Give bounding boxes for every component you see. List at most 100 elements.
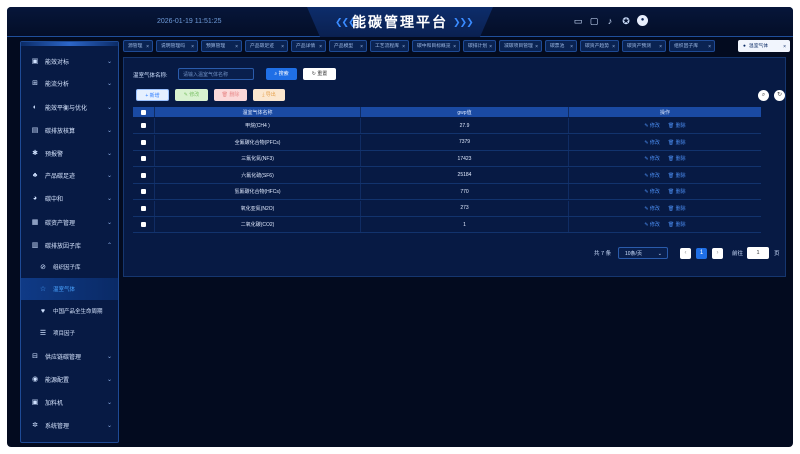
sidebar-item-org-factor-lib[interactable]: ⊘ 组织因子库 (21, 256, 118, 278)
row-delete-button[interactable]: 🗑 删除 (668, 172, 686, 179)
search-toggle-icon[interactable]: ⌕ (758, 90, 769, 101)
sidebar-item-carbon-asset[interactable]: ▦ 碳资产管理 ⌄ (21, 211, 118, 233)
tab-0[interactable]: 源管理 × (123, 40, 153, 52)
export-button[interactable]: ⤓ 导出 (253, 89, 285, 101)
close-icon[interactable]: × (281, 41, 284, 51)
close-icon[interactable]: × (535, 41, 538, 51)
row-edit-button[interactable]: ✎ 修改 (644, 221, 660, 228)
table-row[interactable]: 甲烷(CH4 ) 27.9 ✎ 修改 🗑 删除 (133, 118, 761, 134)
tab-14[interactable]: ● 温室气体 × (738, 40, 790, 52)
tab-5[interactable]: 产品模型 × (329, 40, 367, 52)
row-edit-button[interactable]: ✎ 修改 (644, 172, 660, 179)
sidebar-item-carbon-accounting[interactable]: ▤ 碳排放核算 ⌄ (21, 119, 118, 141)
row-delete-button[interactable]: 🗑 删除 (668, 155, 686, 162)
sidebar-item-supply-chain[interactable]: ⊟ 供应链碳管理 ⌄ (21, 345, 118, 367)
row-checkbox[interactable] (141, 123, 146, 128)
sidebar-item-feeder[interactable]: ▣ 加料机 ⌄ (21, 391, 118, 413)
select-all-checkbox[interactable] (141, 109, 146, 115)
close-icon[interactable]: × (235, 41, 238, 51)
refresh-icon[interactable]: ↻ (774, 90, 785, 101)
sidebar-item-energy-balance[interactable]: ◐ 能效平衡与优化 ⌄ (21, 96, 118, 118)
page-1-button[interactable]: 1 (696, 248, 707, 259)
row-select-cell[interactable] (133, 184, 155, 199)
goto-page-input[interactable]: 1 (747, 247, 769, 259)
row-select-cell[interactable] (133, 151, 155, 166)
row-select-cell[interactable] (133, 134, 155, 150)
desktop-icon[interactable]: ▢ (589, 16, 599, 26)
row-edit-button[interactable]: ✎ 修改 (644, 205, 660, 212)
row-delete-button[interactable]: 🗑 删除 (668, 188, 686, 195)
row-checkbox[interactable] (141, 189, 146, 194)
tab-6[interactable]: 工艺流程库 × (370, 40, 409, 52)
edit-button[interactable]: ✎ 修改 (175, 89, 208, 101)
sidebar-item-carbon-neutral[interactable]: ◕ 碳中和 ⌄ (21, 187, 118, 209)
row-select-cell[interactable] (133, 118, 155, 133)
avatar[interactable]: ● (637, 15, 648, 26)
reset-button[interactable]: ↻ 重置 (303, 68, 336, 80)
row-edit-button[interactable]: ✎ 修改 (644, 188, 660, 195)
table-row[interactable]: 全氟碳化合物(PFCs) 7379 ✎ 修改 🗑 删除 (133, 134, 761, 151)
row-checkbox[interactable] (141, 139, 146, 145)
close-icon[interactable]: × (659, 41, 662, 51)
tab-8[interactable]: 碳排计划 × (463, 40, 496, 52)
row-checkbox[interactable] (141, 156, 146, 161)
tab-10[interactable]: 碳票池 × (545, 40, 577, 52)
tab-13[interactable]: 组织因子库 × (669, 40, 715, 52)
tab-4[interactable]: 产品详情 × (291, 40, 326, 52)
sidebar-item-product-footprint[interactable]: ♣ 产品碳足迹 ⌄ (21, 164, 118, 186)
tab-7[interactable]: 碳中和目标概览 × (412, 40, 460, 52)
table-row[interactable]: 氢氟碳化合物(HFCs) 770 ✎ 修改 🗑 删除 (133, 184, 761, 200)
tab-11[interactable]: 碳资产趋势 × (580, 40, 619, 52)
tab-12[interactable]: 碳资产预测 × (622, 40, 666, 52)
delete-button[interactable]: 🗑 删除 (214, 89, 247, 101)
row-edit-button[interactable]: ✎ 修改 (644, 122, 660, 129)
row-delete-button[interactable]: 🗑 删除 (668, 139, 686, 146)
table-row[interactable]: 二氧化碳(CO2) 1 ✎ 修改 🗑 删除 (133, 217, 761, 233)
sidebar-item-energy-flow[interactable]: ⊞ 能流分析 ⌄ (21, 72, 118, 94)
sidebar-item-alarm[interactable]: ✱ 预报警 ⌄ (21, 142, 118, 164)
sidebar-item-energy-benchmark[interactable]: ▣ 能效对标 ⌄ (21, 50, 118, 72)
row-select-cell[interactable] (133, 217, 155, 232)
row-edit-button[interactable]: ✎ 修改 (644, 155, 660, 162)
close-icon[interactable]: × (402, 41, 405, 51)
row-checkbox[interactable] (141, 222, 146, 227)
row-checkbox[interactable] (141, 205, 146, 211)
tab-2[interactable]: 预算管理 × (201, 40, 242, 52)
bell-icon[interactable]: ♪ (605, 16, 615, 26)
row-delete-button[interactable]: 🗑 删除 (668, 205, 686, 212)
close-icon[interactable]: × (360, 41, 363, 51)
gas-name-input[interactable]: 请输入温室气体名称 (178, 68, 254, 80)
page-size-select[interactable]: 10条/页 ⌄ (618, 247, 668, 259)
close-icon[interactable]: × (191, 41, 194, 51)
tab-3[interactable]: 产品碳足迹 × (245, 40, 288, 52)
sidebar-item-system-admin[interactable]: ✲ 系统管理 ⌄ (21, 414, 118, 436)
prev-page-button[interactable]: ‹ (680, 248, 691, 259)
close-icon[interactable]: × (319, 41, 322, 51)
close-icon[interactable]: × (708, 41, 711, 51)
close-icon[interactable]: × (783, 41, 786, 51)
close-icon[interactable]: × (570, 41, 573, 51)
tab-1[interactable]: 说明管理吗 × (156, 40, 198, 52)
sidebar-item-project-factor[interactable]: ☰ 项目因子 (21, 322, 118, 344)
row-checkbox[interactable] (141, 172, 146, 178)
close-icon[interactable]: × (146, 41, 149, 51)
tab-9[interactable]: 减碳项目管理 × (499, 40, 542, 52)
row-select-cell[interactable] (133, 200, 155, 216)
sidebar-item-greenhouse-gas[interactable]: ☆ 温室气体 (21, 278, 118, 300)
select-all-cell[interactable] (133, 107, 155, 117)
sidebar-item-emission-factor-lib[interactable]: ▥ 碳排放因子库 ⌃ (21, 234, 118, 256)
table-row[interactable]: 氧化亚氮(N2O) 273 ✎ 修改 🗑 删除 (133, 200, 761, 217)
row-delete-button[interactable]: 🗑 删除 (668, 221, 686, 228)
table-row[interactable]: 三氟化氮(NF3) 17423 ✎ 修改 🗑 删除 (133, 151, 761, 167)
sidebar-item-energy-config[interactable]: ◉ 能源配置 ⌄ (21, 368, 118, 390)
search-button[interactable]: ⌕ 搜索 (266, 68, 297, 80)
row-delete-button[interactable]: 🗑 删除 (668, 122, 686, 129)
row-select-cell[interactable] (133, 167, 155, 183)
close-icon[interactable]: × (612, 41, 615, 51)
table-row[interactable]: 六氟化硫(SF6) 25184 ✎ 修改 🗑 删除 (133, 167, 761, 184)
close-icon[interactable]: × (453, 41, 456, 51)
badge-icon[interactable]: ✪ (621, 16, 631, 26)
add-button[interactable]: + 新增 (136, 89, 169, 101)
monitor-icon[interactable]: ▭ (573, 16, 583, 26)
close-icon[interactable]: × (489, 41, 492, 51)
